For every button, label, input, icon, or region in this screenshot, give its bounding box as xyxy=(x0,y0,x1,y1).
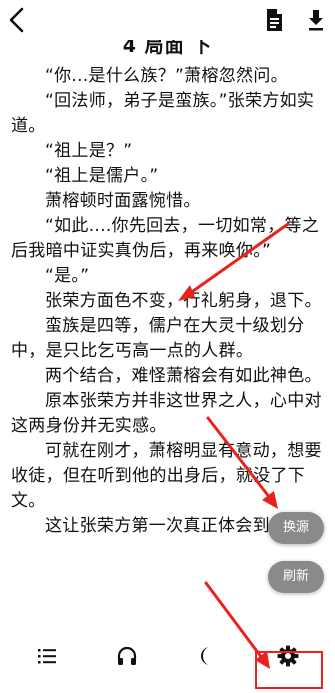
paragraph: 蛮族是四等，儒户在大灵十级划分中，是只比乞丐高一点的人群。 xyxy=(11,316,305,361)
paragraph: “是。” xyxy=(45,266,90,286)
paragraph: 萧榕顿时面露惋惜。 xyxy=(45,191,201,211)
paragraph: 两个结合，难怪萧榕会有如此神色。 xyxy=(45,366,322,386)
refresh-button[interactable]: 刷新 xyxy=(268,561,324,593)
back-arrow-icon xyxy=(9,7,24,33)
night-mode-button[interactable] xyxy=(187,636,227,676)
document-button[interactable] xyxy=(258,4,290,36)
download-button[interactable] xyxy=(300,4,332,36)
paragraph: 原本张荣方并非这世界之人，心中对这两身份并无实感。 xyxy=(11,391,322,436)
paragraph: “祖上是儒户。” xyxy=(45,166,159,186)
paragraph: 张荣方面色不变，行礼躬身，退下。 xyxy=(45,291,322,311)
paragraph: “祖上是？” xyxy=(45,141,133,161)
document-icon xyxy=(267,9,282,31)
toc-button[interactable] xyxy=(27,636,67,676)
back-button[interactable] xyxy=(2,4,34,36)
paragraph: “如此....你先回去，一切如常，等之后我暗中证实真伪后，再来唤你。” xyxy=(11,216,320,261)
paragraph: 可就在刚才，萧榕明显有意动，想要收徒，但在听到他的出身后，就没了下文。 xyxy=(11,441,322,511)
listen-button[interactable] xyxy=(107,636,147,676)
list-icon xyxy=(38,649,56,664)
paragraph-list: “你...是什么族？”萧榕忽然问。 “回法师，弟子是蛮族。”张荣方如实道。 “祖… xyxy=(0,58,335,539)
paragraph: “你...是什么族？”萧榕忽然问。 xyxy=(45,66,288,86)
headphones-icon xyxy=(117,646,137,665)
switch-source-button[interactable]: 换源 xyxy=(268,512,324,544)
top-toolbar xyxy=(0,0,335,40)
download-icon xyxy=(309,10,323,31)
settings-highlight-box xyxy=(255,651,323,689)
moon-icon xyxy=(200,647,210,665)
paragraph: “回法师，弟子是蛮族。”张荣方如实道。 xyxy=(11,91,315,136)
